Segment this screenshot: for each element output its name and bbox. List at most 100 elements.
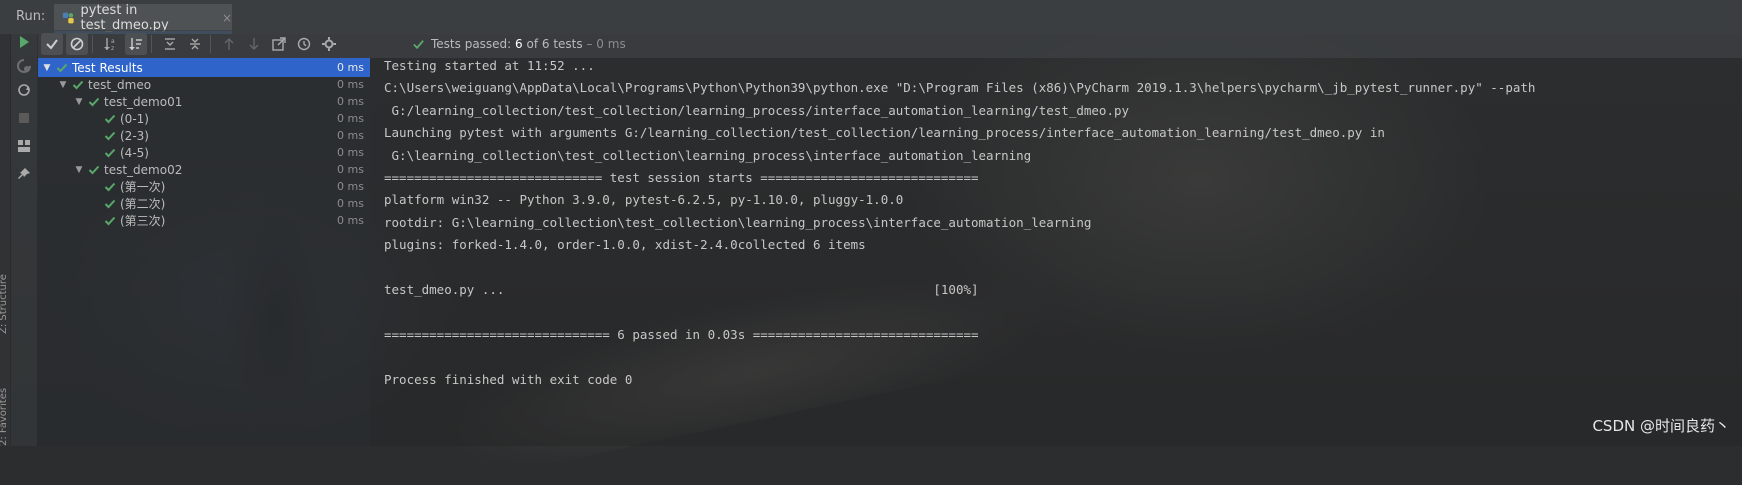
tree-row-duration: 0 ms bbox=[337, 163, 364, 176]
svg-text:z: z bbox=[111, 45, 114, 52]
check-icon bbox=[104, 114, 116, 123]
stop-icon[interactable] bbox=[16, 110, 32, 126]
toolbar-separator bbox=[151, 35, 152, 53]
gear-icon bbox=[322, 37, 336, 51]
console-line: G:\learning_collection\test_collection\l… bbox=[384, 147, 1032, 163]
check-icon bbox=[88, 97, 100, 106]
pin-icon[interactable] bbox=[16, 166, 32, 182]
expand-all-icon bbox=[165, 38, 175, 50]
check-icon bbox=[56, 63, 68, 72]
arrow-up-icon bbox=[224, 38, 234, 50]
toolbar-separator bbox=[210, 35, 211, 53]
tree-row-label: (0-1) bbox=[120, 111, 149, 126]
svg-text:a: a bbox=[111, 38, 115, 45]
rerun-failed-icon[interactable] bbox=[16, 58, 32, 74]
status-prefix: Tests passed: bbox=[431, 37, 512, 51]
test-tree-toolbar: az bbox=[38, 30, 370, 58]
console-line: platform win32 -- Python 3.9.0, pytest-6… bbox=[384, 192, 904, 208]
test-history-button[interactable] bbox=[293, 33, 315, 55]
console-output[interactable]: Testing started at 11:52 ... C:\Users\wei… bbox=[370, 58, 1742, 446]
test-status-bar: Tests passed: 6 of 6 tests – 0 ms bbox=[370, 30, 1742, 58]
rerun-icon[interactable] bbox=[16, 34, 32, 50]
tree-row-duration: 0 ms bbox=[337, 146, 364, 159]
run-tab-title: pytest in test_dmeo.py bbox=[80, 2, 169, 33]
export-icon bbox=[272, 37, 286, 51]
previous-test-button[interactable] bbox=[218, 33, 240, 55]
console-line: rootdir: G:\learning_collection\test_col… bbox=[384, 214, 1092, 230]
console-line: test_dmeo.py ... [100%] bbox=[384, 282, 979, 297]
tree-row-label: (4-5) bbox=[120, 145, 149, 160]
check-icon bbox=[413, 39, 424, 49]
tree-row-label: (2-3) bbox=[120, 128, 149, 143]
collapse-all-icon bbox=[190, 38, 200, 50]
tree-row-label: (第一次) bbox=[120, 180, 166, 194]
favorites-tab[interactable]: 2: Favorites bbox=[0, 388, 9, 446]
console-line: Process finished with exit code 0 bbox=[384, 371, 633, 387]
sort-alphabetically-button[interactable]: az bbox=[100, 33, 122, 55]
check-icon bbox=[46, 39, 58, 50]
tree-row-duration: 0 ms bbox=[337, 78, 364, 91]
tree-row-duration: 0 ms bbox=[337, 180, 364, 193]
chevron-down-icon[interactable]: ▼ bbox=[74, 97, 84, 107]
console-line: Launching pytest with arguments G:/learn… bbox=[384, 125, 1385, 141]
tree-row-label: Test Results bbox=[72, 60, 143, 75]
console-line: plugins: forked-1.4.0, order-1.0.0, xdis… bbox=[384, 237, 866, 253]
history-icon bbox=[297, 37, 311, 51]
tree-row-label: test_dmeo bbox=[88, 77, 152, 92]
check-icon bbox=[104, 199, 116, 208]
check-icon bbox=[72, 80, 84, 89]
check-icon bbox=[88, 165, 100, 174]
layout-icon[interactable] bbox=[16, 138, 32, 154]
chevron-down-icon[interactable]: ▼ bbox=[74, 165, 84, 175]
arrow-down-icon bbox=[249, 38, 259, 50]
show-passed-button[interactable] bbox=[41, 33, 63, 55]
status-count: 6 bbox=[515, 37, 523, 51]
sort-alpha-icon: az bbox=[104, 38, 115, 52]
status-suffix: of 6 tests bbox=[526, 37, 583, 51]
toggle-auto-test-icon[interactable] bbox=[16, 82, 32, 98]
show-ignored-button[interactable] bbox=[66, 33, 88, 55]
check-icon bbox=[104, 216, 116, 225]
left-tool-strip: Z: Structure 2: Favorites bbox=[0, 34, 11, 446]
close-icon[interactable]: × bbox=[222, 11, 232, 25]
collapse-all-button[interactable] bbox=[184, 33, 206, 55]
toolbar-separator bbox=[92, 35, 93, 53]
console-line: Testing started at 11:52 ... bbox=[384, 58, 595, 73]
check-icon bbox=[104, 148, 116, 157]
structure-tab[interactable]: Z: Structure bbox=[0, 274, 9, 334]
tests-passed-status: Tests passed: 6 of 6 tests – 0 ms bbox=[431, 37, 626, 51]
sort-duration-icon bbox=[129, 38, 142, 50]
run-side-toolbar bbox=[11, 34, 37, 446]
chevron-down-icon[interactable]: ▼ bbox=[58, 80, 68, 90]
tree-row-duration: 0 ms bbox=[337, 214, 364, 227]
tree-row-label: test_demo02 bbox=[104, 162, 183, 177]
settings-button[interactable] bbox=[318, 33, 340, 55]
test-results-tree: ▼ Test Results 0 ms ▼ test_dmeo 0 ms ▼ test_dem… bbox=[38, 58, 370, 446]
tree-row-label: test_demo01 bbox=[104, 94, 183, 109]
tree-row[interactable]: (第三次) 0 ms bbox=[38, 211, 370, 230]
console-line: C:\Users\weiguang\AppData\Local\Programs… bbox=[384, 80, 1536, 96]
next-test-button[interactable] bbox=[243, 33, 265, 55]
tree-row-duration: 0 ms bbox=[337, 95, 364, 108]
tree-row-duration: 0 ms bbox=[337, 129, 364, 142]
pytest-icon bbox=[62, 12, 74, 23]
console-line: ============================= test sessi… bbox=[384, 170, 979, 185]
tree-row-duration: 0 ms bbox=[337, 197, 364, 210]
console-line: G:/learning_collection/test_collection/l… bbox=[384, 102, 1130, 118]
tree-row-label: (第三次) bbox=[120, 214, 166, 228]
tree-row-duration: 0 ms bbox=[337, 112, 364, 125]
chevron-down-icon[interactable]: ▼ bbox=[42, 63, 52, 73]
expand-all-button[interactable] bbox=[159, 33, 181, 55]
watermark: CSDN @时间良药丶 bbox=[1592, 417, 1730, 435]
tree-row-label: (第二次) bbox=[120, 197, 166, 211]
status-time: – 0 ms bbox=[586, 37, 626, 51]
export-results-button[interactable] bbox=[268, 33, 290, 55]
run-label: Run: bbox=[16, 9, 46, 24]
sort-by-duration-button[interactable] bbox=[125, 33, 147, 55]
